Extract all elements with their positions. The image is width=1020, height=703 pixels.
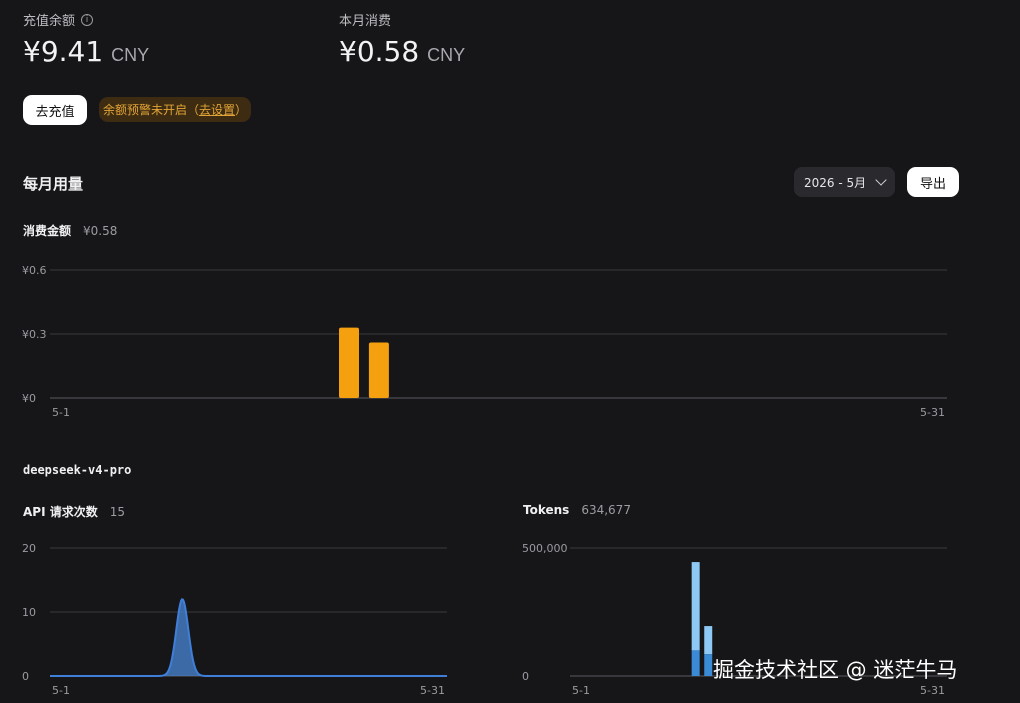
balance-label: 充值余额 xyxy=(23,13,76,28)
tokens-y-tick-label: 500,000 xyxy=(522,542,568,555)
balance-stat: 充值余额 i ¥9.41 CNY xyxy=(23,10,149,68)
spend-bar xyxy=(339,327,359,398)
spend-y-tick-label: ¥0.6 xyxy=(22,264,47,277)
spend-y-tick-label: ¥0.3 xyxy=(22,328,47,341)
balance-currency: CNY xyxy=(111,45,150,65)
spend-chart: ¥0 ¥0.3 ¥0.6 5-1 5-31 xyxy=(22,264,947,419)
spend-bar xyxy=(368,342,389,398)
info-icon[interactable]: i xyxy=(81,13,94,26)
tokens-bar xyxy=(704,626,713,655)
requests-chart: 0 10 20 5-1 5-31 xyxy=(22,542,447,697)
requests-line xyxy=(50,598,447,677)
chevron-down-icon xyxy=(875,174,887,186)
model-name: deepseek-v4-pro xyxy=(23,463,132,477)
tokens-y-tick-label: 0 xyxy=(522,670,529,683)
requests-area xyxy=(50,599,447,676)
monthly-spend-currency: CNY xyxy=(427,45,466,65)
requests-metric: API 请求次数 15 xyxy=(23,503,125,520)
alert-settings-link[interactable]: 去设置 xyxy=(199,101,235,118)
requests-y-tick-label: 20 xyxy=(22,542,36,555)
monthly-spend-value: ¥0.58 xyxy=(339,35,420,68)
watermark: 掘金技术社区 @ 迷茫牛马 xyxy=(713,658,958,682)
monthly-spend-label: 本月消费 xyxy=(339,13,392,28)
month-select[interactable]: 2026 - 5月 xyxy=(794,167,895,197)
requests-y-tick-label: 0 xyxy=(22,670,29,683)
spend-metric: 消费金额 ¥0.58 xyxy=(23,222,117,239)
spend-x-tick-label: 5-31 xyxy=(920,406,945,419)
tokens-metric: Tokens 634,677 xyxy=(523,503,631,517)
requests-x-tick-label: 5-31 xyxy=(420,684,445,697)
spend-metric-label: 消费金额 xyxy=(23,224,72,238)
balance-alert-badge: 余额预警未开启（ 去设置） xyxy=(99,97,251,122)
usage-title: 每月用量 xyxy=(23,175,84,193)
tokens-bar-base xyxy=(704,654,713,676)
month-selected-value: 2026 - 5月 xyxy=(804,175,867,190)
requests-metric-value: 15 xyxy=(109,505,126,519)
requests-x-tick-label: 5-1 xyxy=(52,684,70,697)
spend-x-tick-label: 5-1 xyxy=(52,406,70,419)
alert-text: 余额预警未开启（ xyxy=(102,103,199,117)
tokens-x-tick-label: 5-31 xyxy=(920,684,945,697)
requests-y-tick-label: 10 xyxy=(22,606,36,619)
tokens-metric-label: Tokens xyxy=(523,503,570,517)
tokens-metric-value: 634,677 xyxy=(581,503,631,517)
alert-close-paren: ） xyxy=(235,103,248,117)
tokens-x-tick-label: 5-1 xyxy=(572,684,590,697)
tokens-bar xyxy=(691,562,700,651)
recharge-button[interactable]: 去充值 xyxy=(23,95,87,125)
balance-value: ¥9.41 xyxy=(23,35,104,68)
spend-y-tick-label: ¥0 xyxy=(22,392,36,405)
export-button[interactable]: 导出 xyxy=(907,167,959,197)
monthly-spend-stat: 本月消费 ¥0.58 CNY xyxy=(339,10,465,68)
tokens-bar-base xyxy=(691,650,700,676)
requests-metric-label: API 请求次数 xyxy=(23,505,98,519)
spend-metric-value: ¥0.58 xyxy=(83,224,118,238)
